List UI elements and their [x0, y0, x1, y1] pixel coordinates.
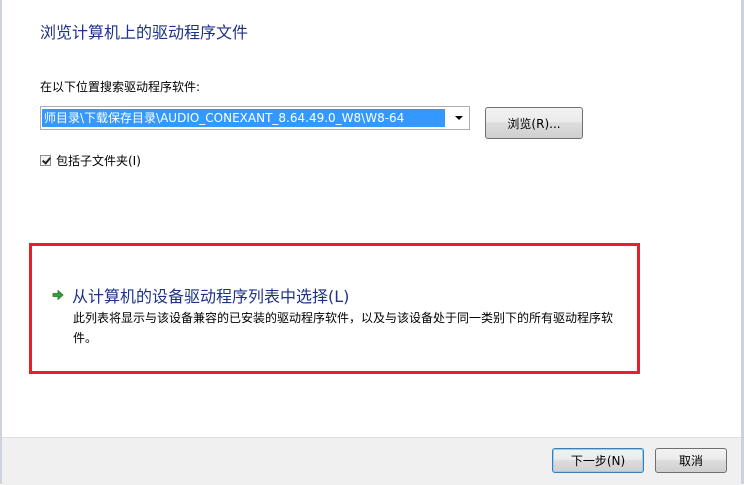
include-subfolders-checkbox[interactable]	[40, 155, 51, 166]
dialog-heading: 浏览计算机上的驱动程序文件	[40, 23, 249, 42]
path-input[interactable]: 师目录\下载保存目录\AUDIO_CONEXANT_8.64.49.0_W8\W…	[42, 109, 445, 127]
green-arrow-icon	[52, 289, 64, 301]
pick-from-list-description: 此列表将显示与该设备兼容的已安装的驱动程序软件，以及与该设备处于同一类别下的所有…	[73, 311, 614, 345]
browse-button[interactable]: 浏览(R)...	[485, 107, 583, 139]
window-left-edge	[0, 0, 2, 484]
include-subfolders-label[interactable]: 包括子文件夹(I)	[56, 152, 141, 169]
search-location-label: 在以下位置搜索驱动程序软件:	[40, 80, 201, 94]
cancel-button[interactable]: 取消	[655, 448, 727, 473]
path-combobox[interactable]: 师目录\下载保存目录\AUDIO_CONEXANT_8.64.49.0_W8\W…	[40, 106, 470, 130]
pick-from-list-option[interactable]: 从计算机的设备驱动程序列表中选择(L)	[52, 283, 349, 307]
chevron-down-icon[interactable]	[449, 107, 469, 129]
pick-from-list-link[interactable]: 从计算机的设备驱动程序列表中选择(L)	[72, 283, 349, 307]
next-button[interactable]: 下一步(N)	[552, 448, 644, 473]
include-subfolders-option[interactable]: 包括子文件夹(I)	[40, 152, 141, 169]
